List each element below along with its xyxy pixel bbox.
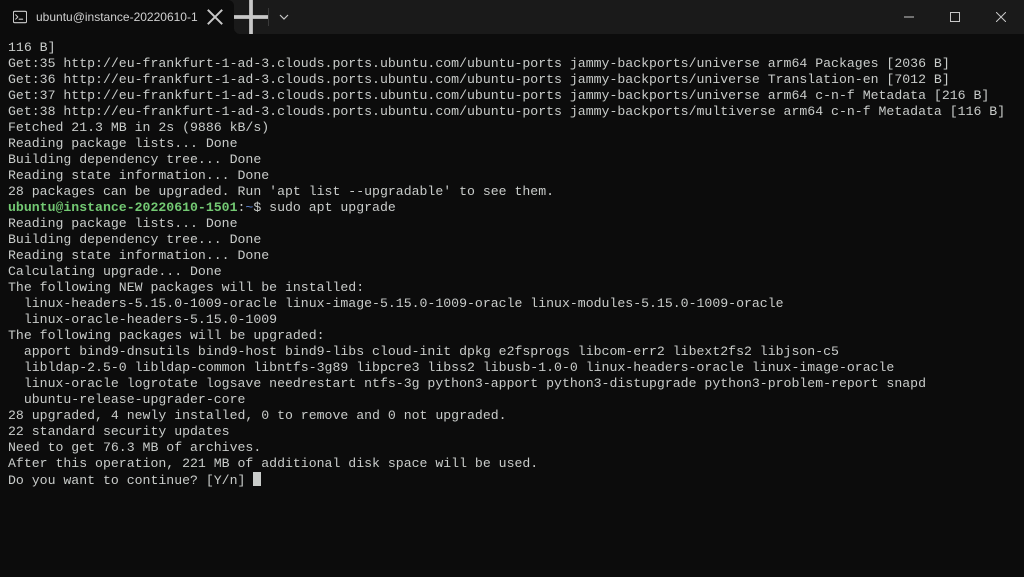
- terminal-window: ubuntu@instance-20220610-1 116 B]Get:35 …: [0, 0, 1024, 577]
- terminal-line: Reading state information... Done: [8, 168, 1016, 184]
- terminal-output[interactable]: 116 B]Get:35 http://eu-frankfurt-1-ad-3.…: [0, 34, 1024, 577]
- terminal-line: Need to get 76.3 MB of archives.: [8, 440, 1016, 456]
- terminal-line: linux-oracle logrotate logsave needresta…: [8, 376, 1016, 392]
- close-button[interactable]: [978, 0, 1024, 34]
- terminal-line: ubuntu-release-upgrader-core: [8, 392, 1016, 408]
- terminal-line: Do you want to continue? [Y/n]: [8, 472, 1016, 489]
- titlebar-drag-area[interactable]: [299, 0, 886, 34]
- maximize-button[interactable]: [932, 0, 978, 34]
- terminal-icon: [12, 9, 28, 25]
- prompt-user-host: ubuntu@instance-20220610-1501: [8, 200, 238, 215]
- terminal-tab[interactable]: ubuntu@instance-20220610-1: [0, 0, 234, 34]
- terminal-line: Get:38 http://eu-frankfurt-1-ad-3.clouds…: [8, 104, 1016, 120]
- prompt-line: ubuntu@instance-20220610-1501:~$ sudo ap…: [8, 200, 1016, 216]
- tab-close-button[interactable]: [206, 8, 224, 26]
- prompt-command: sudo apt upgrade: [269, 200, 396, 215]
- tab-dropdown-button[interactable]: [269, 0, 299, 34]
- terminal-line: linux-oracle-headers-5.15.0-1009: [8, 312, 1016, 328]
- terminal-line: Fetched 21.3 MB in 2s (9886 kB/s): [8, 120, 1016, 136]
- terminal-line: After this operation, 221 MB of addition…: [8, 456, 1016, 472]
- terminal-line: 28 upgraded, 4 newly installed, 0 to rem…: [8, 408, 1016, 424]
- terminal-line: The following packages will be upgraded:: [8, 328, 1016, 344]
- terminal-line: 28 packages can be upgraded. Run 'apt li…: [8, 184, 1016, 200]
- terminal-line: 22 standard security updates: [8, 424, 1016, 440]
- terminal-line: Building dependency tree... Done: [8, 152, 1016, 168]
- terminal-line: Get:35 http://eu-frankfurt-1-ad-3.clouds…: [8, 56, 1016, 72]
- terminal-line: Calculating upgrade... Done: [8, 264, 1016, 280]
- terminal-line: Reading package lists... Done: [8, 136, 1016, 152]
- terminal-line: Building dependency tree... Done: [8, 232, 1016, 248]
- terminal-line: The following NEW packages will be insta…: [8, 280, 1016, 296]
- terminal-line: Get:36 http://eu-frankfurt-1-ad-3.clouds…: [8, 72, 1016, 88]
- terminal-line: linux-headers-5.15.0-1009-oracle linux-i…: [8, 296, 1016, 312]
- terminal-line: Reading package lists... Done: [8, 216, 1016, 232]
- terminal-line: 116 B]: [8, 40, 1016, 56]
- terminal-cursor: [253, 472, 261, 486]
- tab-title: ubuntu@instance-20220610-1: [36, 10, 198, 24]
- terminal-line: libldap-2.5-0 libldap-common libntfs-3g8…: [8, 360, 1016, 376]
- minimize-button[interactable]: [886, 0, 932, 34]
- terminal-line: apport bind9-dnsutils bind9-host bind9-l…: [8, 344, 1016, 360]
- terminal-line: Get:37 http://eu-frankfurt-1-ad-3.clouds…: [8, 88, 1016, 104]
- prompt-dollar: $: [253, 200, 269, 215]
- terminal-line: Reading state information... Done: [8, 248, 1016, 264]
- titlebar: ubuntu@instance-20220610-1: [0, 0, 1024, 34]
